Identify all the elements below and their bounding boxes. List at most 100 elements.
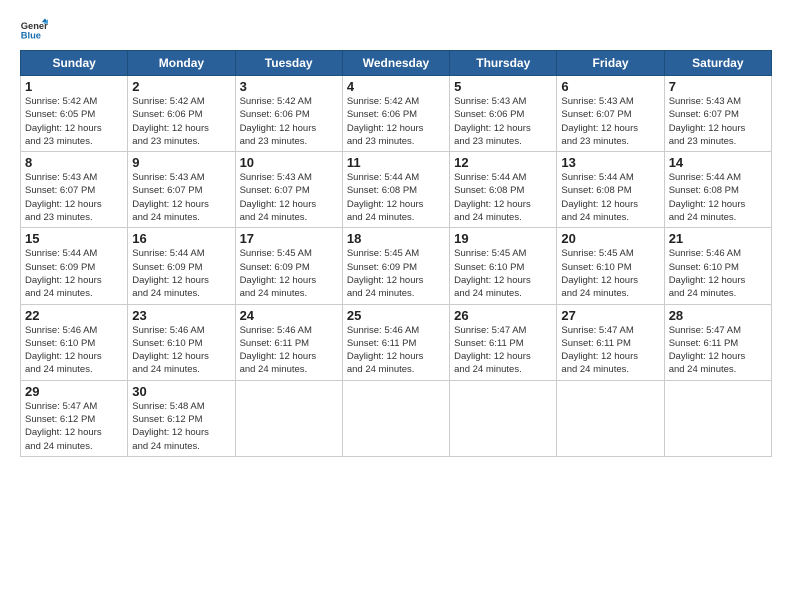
calendar-week-1: 1Sunrise: 5:42 AM Sunset: 6:05 PM Daylig…: [21, 76, 772, 152]
day-info: Sunrise: 5:44 AM Sunset: 6:09 PM Dayligh…: [132, 247, 230, 300]
day-number: 6: [561, 79, 659, 94]
day-info: Sunrise: 5:43 AM Sunset: 6:07 PM Dayligh…: [561, 95, 659, 148]
calendar-cell: 1Sunrise: 5:42 AM Sunset: 6:05 PM Daylig…: [21, 76, 128, 152]
day-info: Sunrise: 5:47 AM Sunset: 6:11 PM Dayligh…: [669, 324, 767, 377]
day-number: 19: [454, 231, 552, 246]
calendar-cell: [342, 380, 449, 456]
calendar-cell: 14Sunrise: 5:44 AM Sunset: 6:08 PM Dayli…: [664, 152, 771, 228]
day-number: 23: [132, 308, 230, 323]
calendar-cell: 15Sunrise: 5:44 AM Sunset: 6:09 PM Dayli…: [21, 228, 128, 304]
day-info: Sunrise: 5:43 AM Sunset: 6:07 PM Dayligh…: [132, 171, 230, 224]
day-number: 21: [669, 231, 767, 246]
day-info: Sunrise: 5:45 AM Sunset: 6:09 PM Dayligh…: [347, 247, 445, 300]
day-number: 22: [25, 308, 123, 323]
calendar-cell: 21Sunrise: 5:46 AM Sunset: 6:10 PM Dayli…: [664, 228, 771, 304]
calendar: SundayMondayTuesdayWednesdayThursdayFrid…: [20, 50, 772, 457]
calendar-cell: 4Sunrise: 5:42 AM Sunset: 6:06 PM Daylig…: [342, 76, 449, 152]
calendar-cell: [235, 380, 342, 456]
day-number: 29: [25, 384, 123, 399]
day-number: 14: [669, 155, 767, 170]
calendar-cell: 16Sunrise: 5:44 AM Sunset: 6:09 PM Dayli…: [128, 228, 235, 304]
weekday-header-saturday: Saturday: [664, 51, 771, 76]
day-number: 3: [240, 79, 338, 94]
calendar-week-4: 22Sunrise: 5:46 AM Sunset: 6:10 PM Dayli…: [21, 304, 772, 380]
day-info: Sunrise: 5:43 AM Sunset: 6:07 PM Dayligh…: [25, 171, 123, 224]
svg-text:General: General: [21, 21, 48, 31]
calendar-week-3: 15Sunrise: 5:44 AM Sunset: 6:09 PM Dayli…: [21, 228, 772, 304]
day-info: Sunrise: 5:46 AM Sunset: 6:10 PM Dayligh…: [25, 324, 123, 377]
page: General Blue SundayMondayTuesdayWednesda…: [0, 0, 792, 467]
calendar-cell: 24Sunrise: 5:46 AM Sunset: 6:11 PM Dayli…: [235, 304, 342, 380]
calendar-cell: 28Sunrise: 5:47 AM Sunset: 6:11 PM Dayli…: [664, 304, 771, 380]
calendar-week-5: 29Sunrise: 5:47 AM Sunset: 6:12 PM Dayli…: [21, 380, 772, 456]
day-info: Sunrise: 5:43 AM Sunset: 6:07 PM Dayligh…: [669, 95, 767, 148]
day-info: Sunrise: 5:43 AM Sunset: 6:07 PM Dayligh…: [240, 171, 338, 224]
day-info: Sunrise: 5:46 AM Sunset: 6:10 PM Dayligh…: [132, 324, 230, 377]
day-info: Sunrise: 5:44 AM Sunset: 6:08 PM Dayligh…: [561, 171, 659, 224]
day-info: Sunrise: 5:48 AM Sunset: 6:12 PM Dayligh…: [132, 400, 230, 453]
day-number: 25: [347, 308, 445, 323]
day-number: 11: [347, 155, 445, 170]
weekday-header-thursday: Thursday: [450, 51, 557, 76]
calendar-cell: 7Sunrise: 5:43 AM Sunset: 6:07 PM Daylig…: [664, 76, 771, 152]
day-info: Sunrise: 5:42 AM Sunset: 6:06 PM Dayligh…: [240, 95, 338, 148]
day-number: 28: [669, 308, 767, 323]
day-info: Sunrise: 5:46 AM Sunset: 6:11 PM Dayligh…: [240, 324, 338, 377]
day-info: Sunrise: 5:42 AM Sunset: 6:06 PM Dayligh…: [347, 95, 445, 148]
day-info: Sunrise: 5:42 AM Sunset: 6:05 PM Dayligh…: [25, 95, 123, 148]
day-number: 5: [454, 79, 552, 94]
weekday-header-sunday: Sunday: [21, 51, 128, 76]
calendar-cell: 19Sunrise: 5:45 AM Sunset: 6:10 PM Dayli…: [450, 228, 557, 304]
day-info: Sunrise: 5:47 AM Sunset: 6:12 PM Dayligh…: [25, 400, 123, 453]
calendar-cell: 11Sunrise: 5:44 AM Sunset: 6:08 PM Dayli…: [342, 152, 449, 228]
calendar-cell: 13Sunrise: 5:44 AM Sunset: 6:08 PM Dayli…: [557, 152, 664, 228]
day-number: 16: [132, 231, 230, 246]
day-number: 30: [132, 384, 230, 399]
day-number: 26: [454, 308, 552, 323]
calendar-cell: 6Sunrise: 5:43 AM Sunset: 6:07 PM Daylig…: [557, 76, 664, 152]
day-number: 13: [561, 155, 659, 170]
day-number: 8: [25, 155, 123, 170]
weekday-header-tuesday: Tuesday: [235, 51, 342, 76]
day-number: 17: [240, 231, 338, 246]
day-info: Sunrise: 5:44 AM Sunset: 6:08 PM Dayligh…: [454, 171, 552, 224]
calendar-cell: 29Sunrise: 5:47 AM Sunset: 6:12 PM Dayli…: [21, 380, 128, 456]
calendar-cell: 26Sunrise: 5:47 AM Sunset: 6:11 PM Dayli…: [450, 304, 557, 380]
day-info: Sunrise: 5:44 AM Sunset: 6:08 PM Dayligh…: [347, 171, 445, 224]
day-number: 9: [132, 155, 230, 170]
day-number: 15: [25, 231, 123, 246]
calendar-cell: 12Sunrise: 5:44 AM Sunset: 6:08 PM Dayli…: [450, 152, 557, 228]
day-info: Sunrise: 5:44 AM Sunset: 6:09 PM Dayligh…: [25, 247, 123, 300]
day-number: 1: [25, 79, 123, 94]
day-info: Sunrise: 5:47 AM Sunset: 6:11 PM Dayligh…: [561, 324, 659, 377]
day-number: 10: [240, 155, 338, 170]
day-number: 20: [561, 231, 659, 246]
calendar-cell: 5Sunrise: 5:43 AM Sunset: 6:06 PM Daylig…: [450, 76, 557, 152]
day-number: 2: [132, 79, 230, 94]
day-number: 12: [454, 155, 552, 170]
weekday-header-wednesday: Wednesday: [342, 51, 449, 76]
day-number: 18: [347, 231, 445, 246]
calendar-cell: 10Sunrise: 5:43 AM Sunset: 6:07 PM Dayli…: [235, 152, 342, 228]
calendar-week-2: 8Sunrise: 5:43 AM Sunset: 6:07 PM Daylig…: [21, 152, 772, 228]
day-info: Sunrise: 5:42 AM Sunset: 6:06 PM Dayligh…: [132, 95, 230, 148]
calendar-cell: 30Sunrise: 5:48 AM Sunset: 6:12 PM Dayli…: [128, 380, 235, 456]
logo: General Blue: [20, 16, 48, 44]
svg-text:Blue: Blue: [21, 31, 41, 41]
day-number: 24: [240, 308, 338, 323]
calendar-cell: 9Sunrise: 5:43 AM Sunset: 6:07 PM Daylig…: [128, 152, 235, 228]
calendar-cell: [450, 380, 557, 456]
header: General Blue: [20, 16, 772, 44]
day-info: Sunrise: 5:45 AM Sunset: 6:10 PM Dayligh…: [454, 247, 552, 300]
weekday-header-friday: Friday: [557, 51, 664, 76]
calendar-cell: 27Sunrise: 5:47 AM Sunset: 6:11 PM Dayli…: [557, 304, 664, 380]
calendar-cell: 18Sunrise: 5:45 AM Sunset: 6:09 PM Dayli…: [342, 228, 449, 304]
day-info: Sunrise: 5:45 AM Sunset: 6:10 PM Dayligh…: [561, 247, 659, 300]
calendar-cell: [664, 380, 771, 456]
calendar-cell: 8Sunrise: 5:43 AM Sunset: 6:07 PM Daylig…: [21, 152, 128, 228]
calendar-cell: [557, 380, 664, 456]
calendar-cell: 17Sunrise: 5:45 AM Sunset: 6:09 PM Dayli…: [235, 228, 342, 304]
calendar-cell: 25Sunrise: 5:46 AM Sunset: 6:11 PM Dayli…: [342, 304, 449, 380]
day-number: 4: [347, 79, 445, 94]
day-info: Sunrise: 5:45 AM Sunset: 6:09 PM Dayligh…: [240, 247, 338, 300]
